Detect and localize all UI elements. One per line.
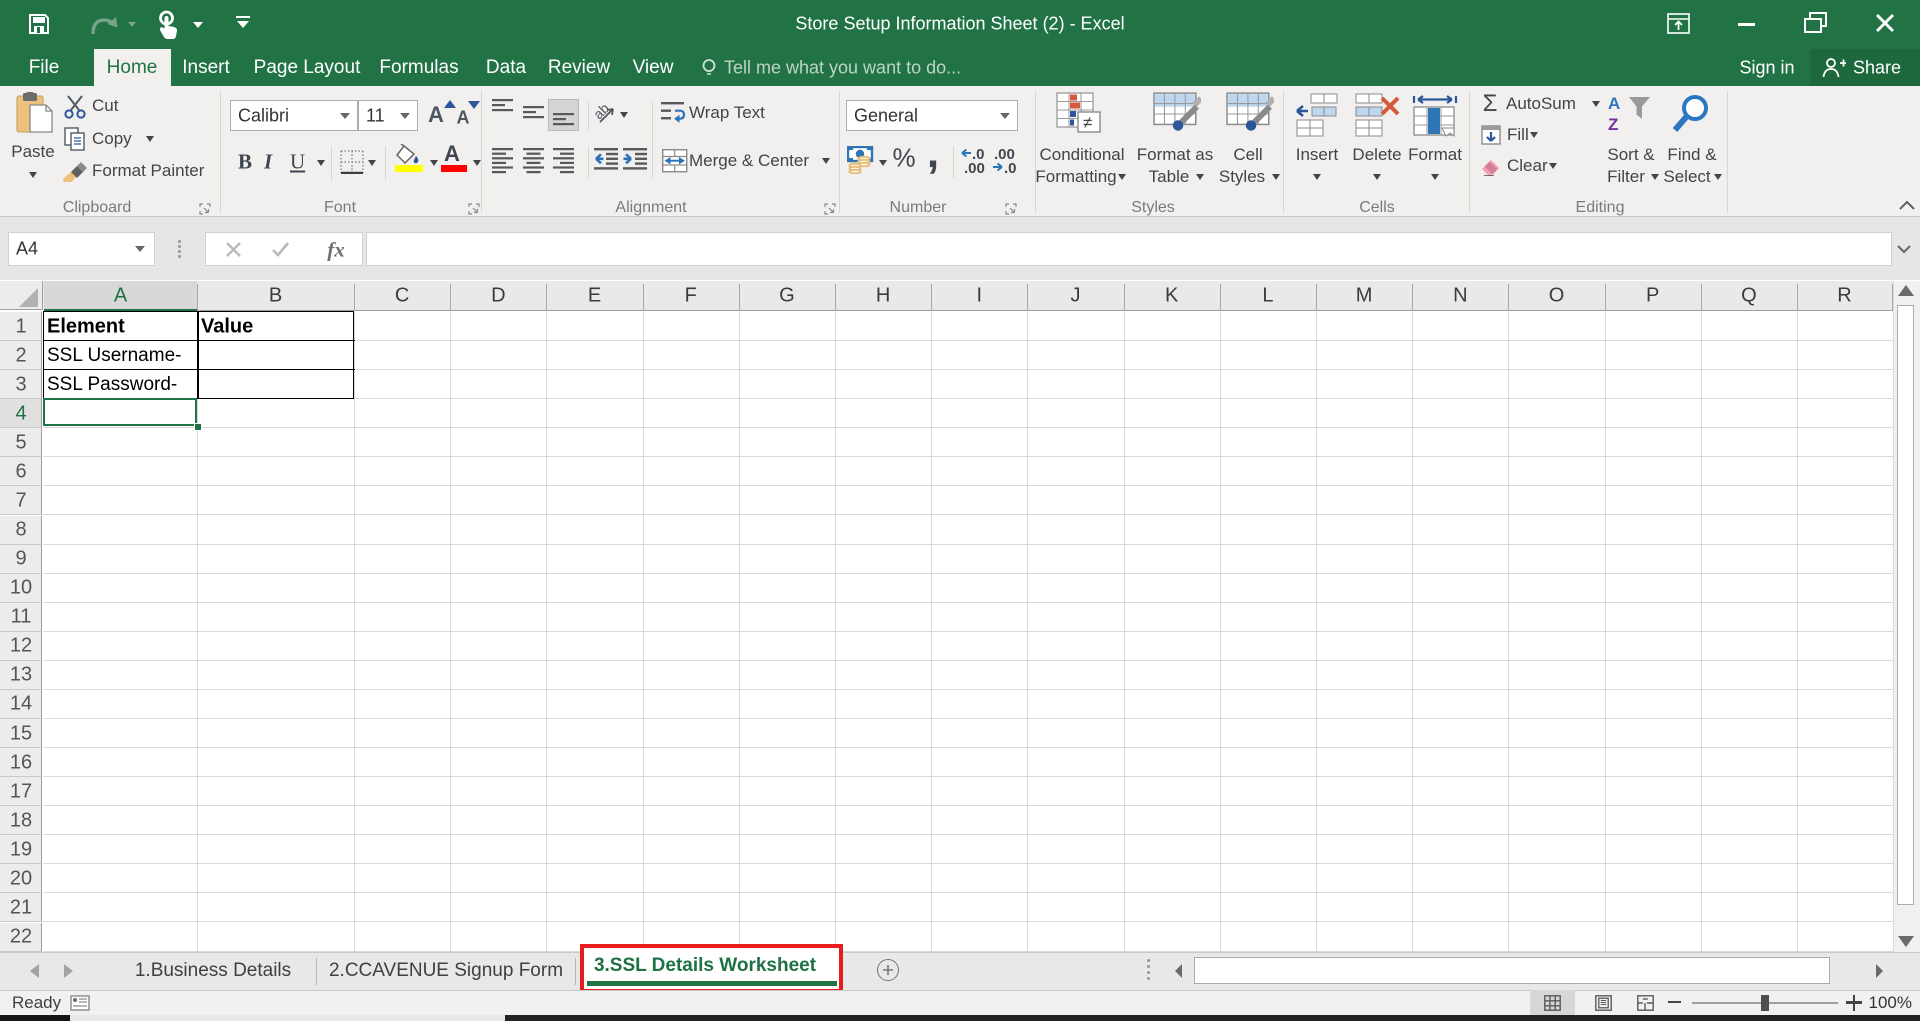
svg-text:.00: .00	[964, 160, 985, 174]
svg-text:Z: Z	[1608, 115, 1618, 134]
svg-text:≠: ≠	[1083, 113, 1092, 132]
svg-text:A: A	[1608, 94, 1620, 113]
svg-text:.0: .0	[1004, 160, 1017, 174]
